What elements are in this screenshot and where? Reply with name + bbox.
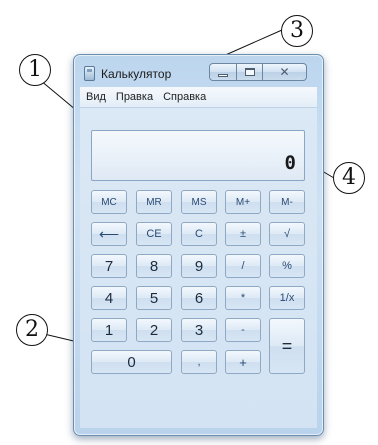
key-3[interactable]: 3 bbox=[181, 318, 217, 342]
key-6[interactable]: 6 bbox=[181, 286, 217, 310]
key-0[interactable]: 0 bbox=[91, 350, 172, 374]
key-5[interactable]: 5 bbox=[136, 286, 172, 310]
close-button[interactable]: ✕ bbox=[263, 63, 307, 81]
calculator-app-icon bbox=[84, 66, 95, 81]
maximize-icon bbox=[244, 68, 255, 76]
display-panel: 0 bbox=[91, 130, 305, 181]
key-1[interactable]: 1 bbox=[91, 318, 127, 342]
minimize-icon bbox=[218, 73, 228, 77]
key-c[interactable]: C bbox=[181, 222, 217, 246]
key-reciprocal[interactable]: 1/x bbox=[269, 286, 305, 310]
key-7[interactable]: 7 bbox=[91, 254, 127, 278]
key-ce[interactable]: CE bbox=[136, 222, 172, 246]
key-mc[interactable]: MC bbox=[91, 190, 127, 214]
key-percent[interactable]: % bbox=[269, 254, 305, 278]
key-add[interactable]: + bbox=[225, 350, 261, 374]
key-multiply[interactable]: * bbox=[225, 286, 261, 310]
key-9[interactable]: 9 bbox=[181, 254, 217, 278]
callout-2: 2 bbox=[16, 314, 48, 346]
key-2[interactable]: 2 bbox=[136, 318, 172, 342]
key-4[interactable]: 4 bbox=[91, 286, 127, 310]
key-m-minus[interactable]: M- bbox=[269, 190, 305, 214]
menu-bar: Вид Правка Справка bbox=[80, 87, 317, 108]
window-controls: ✕ bbox=[209, 63, 307, 82]
window-title: Калькулятор bbox=[101, 67, 172, 81]
menu-view[interactable]: Вид bbox=[82, 91, 110, 103]
calculator-window: Калькулятор ✕ Вид Правка Справка 0 MC MR… bbox=[73, 54, 324, 436]
menu-help[interactable]: Справка bbox=[159, 91, 210, 103]
key-decimal[interactable]: , bbox=[181, 350, 217, 374]
maximize-button[interactable] bbox=[237, 63, 263, 81]
key-divide[interactable]: / bbox=[225, 254, 261, 278]
key-mr[interactable]: MR bbox=[136, 190, 172, 214]
key-sqrt[interactable]: √ bbox=[269, 222, 305, 246]
key-m-plus[interactable]: M+ bbox=[225, 190, 261, 214]
key-plus-minus[interactable]: ± bbox=[225, 222, 261, 246]
key-8[interactable]: 8 bbox=[136, 254, 172, 278]
title-bar[interactable]: Калькулятор ✕ bbox=[74, 55, 323, 87]
menu-edit[interactable]: Правка bbox=[112, 91, 157, 103]
calculator-body: 0 MC MR MS M+ M- ⟵ CE C ± √ 7 8 9 / % 4 … bbox=[80, 108, 317, 428]
display-value: 0 bbox=[284, 152, 296, 174]
key-equals[interactable]: = bbox=[269, 318, 305, 374]
callout-1: 1 bbox=[19, 54, 51, 86]
minimize-button[interactable] bbox=[209, 63, 237, 81]
key-backspace[interactable]: ⟵ bbox=[91, 222, 127, 246]
callout-4: 4 bbox=[333, 162, 365, 194]
key-subtract[interactable]: - bbox=[225, 318, 261, 342]
key-ms[interactable]: MS bbox=[181, 190, 217, 214]
close-icon: ✕ bbox=[279, 65, 290, 79]
callout-3: 3 bbox=[281, 15, 313, 47]
